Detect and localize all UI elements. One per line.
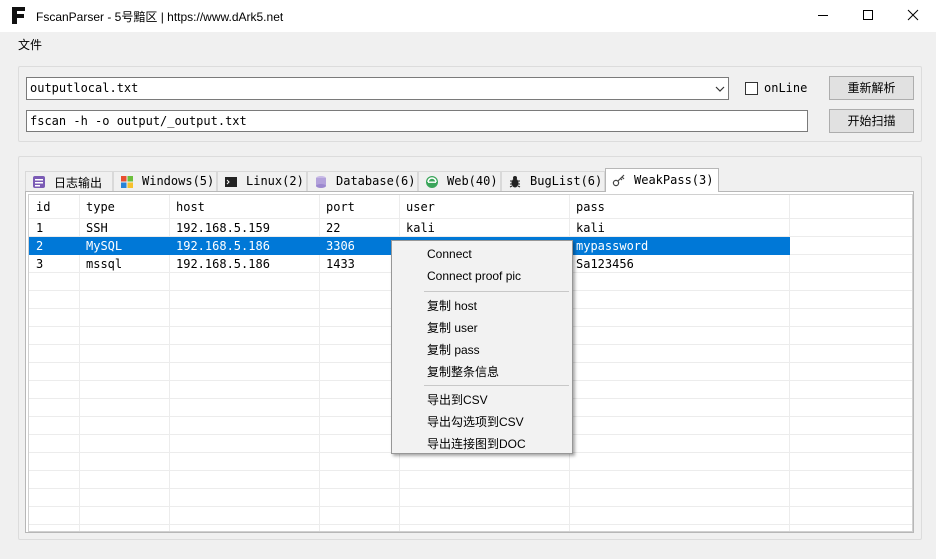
tab-label: 日志输出 <box>54 176 103 190</box>
reparse-button[interactable]: 重新解析 <box>829 76 914 100</box>
context-menu-gutter <box>392 241 416 453</box>
menu-item-copy-pass[interactable]: 复制 pass <box>427 341 480 358</box>
tab-weakpass[interactable]: WeakPass(3) <box>605 168 719 192</box>
cell-pass: mypassword <box>576 239 649 253</box>
minimize-button[interactable] <box>800 0 846 30</box>
grid-line <box>29 524 912 525</box>
cell-host: 192.168.5.186 <box>176 239 270 253</box>
menu-item-connect[interactable]: Connect <box>427 247 472 261</box>
menu-item-copy-all[interactable]: 复制整条信息 <box>427 363 499 380</box>
menu-item-connect-proof-pic[interactable]: Connect proof pic <box>427 269 521 283</box>
menu-item-copy-host[interactable]: 复制 host <box>427 297 477 314</box>
minimize-icon <box>818 15 828 16</box>
cell-type: SSH <box>86 221 108 235</box>
menu-separator <box>424 385 569 386</box>
tab-label: WeakPass(3) <box>634 173 714 187</box>
file-combobox-value: outputlocal.txt <box>30 81 139 95</box>
terminal-icon <box>225 177 237 187</box>
online-checkbox[interactable] <box>745 82 758 95</box>
online-label: onLine <box>764 81 808 95</box>
menu-item-export-doc[interactable]: 导出连接图到DOC <box>427 435 526 452</box>
maximize-button[interactable] <box>845 0 891 30</box>
tab-label: Database(6) <box>336 174 416 188</box>
windows-icon <box>121 176 133 188</box>
cell-port: 3306 <box>326 239 355 253</box>
cell-id: 3 <box>36 257 44 271</box>
close-icon <box>907 9 919 21</box>
cell-pass: kali <box>576 221 605 235</box>
window-title: FscanParser - 5号黯区 | https://www.dArk5.n… <box>36 10 284 24</box>
cell-user: kali <box>406 221 435 235</box>
column-header-id[interactable]: id <box>36 200 50 214</box>
file-combobox[interactable]: outputlocal.txt <box>26 77 729 100</box>
key-icon <box>612 174 625 187</box>
column-header-user[interactable]: user <box>406 200 435 214</box>
tab-windows[interactable]: Windows(5) <box>113 171 217 191</box>
cell-type: MySQL <box>86 239 123 253</box>
menu-item-copy-user[interactable]: 复制 user <box>427 319 478 336</box>
menu-file[interactable]: 文件 <box>18 36 42 53</box>
cell-id: 2 <box>36 239 44 253</box>
command-input[interactable] <box>26 110 808 132</box>
tab-label: BugList(6) <box>530 174 603 188</box>
maximize-icon <box>863 10 873 20</box>
menu-separator <box>424 291 569 292</box>
column-header-pass[interactable]: pass <box>576 200 605 214</box>
log-icon <box>33 176 45 188</box>
cell-pass: Sa123456 <box>576 257 634 271</box>
tab-database[interactable]: Database(6) <box>307 171 418 191</box>
menu-bar: 文件 <box>0 32 936 56</box>
tab-web[interactable]: Web(40) <box>418 171 501 191</box>
start-scan-button[interactable]: 开始扫描 <box>829 109 914 133</box>
tab-label: Windows(5) <box>142 174 215 188</box>
column-header-type[interactable]: type <box>86 200 115 214</box>
cell-id: 1 <box>36 221 44 235</box>
bug-icon <box>509 176 521 188</box>
cell-host: 192.168.5.159 <box>176 221 270 235</box>
grid-line <box>29 470 912 471</box>
column-header-host[interactable]: host <box>176 200 205 214</box>
cell-port: 22 <box>326 221 341 235</box>
grid-line <box>29 488 912 489</box>
table-row[interactable]: 1 SSH 192.168.5.159 22 kali kali <box>29 219 790 237</box>
cell-host: 192.168.5.186 <box>176 257 270 271</box>
tab-log[interactable]: 日志输出 <box>25 171 113 191</box>
database-icon <box>316 176 326 188</box>
cell-port: 1433 <box>326 257 355 271</box>
tab-linux[interactable]: Linux(2) <box>217 171 307 191</box>
tab-buglist[interactable]: BugList(6) <box>501 171 605 191</box>
cell-type: mssql <box>86 257 123 271</box>
tab-label: Linux(2) <box>246 174 304 188</box>
web-icon <box>426 176 438 188</box>
grid-line <box>29 506 912 507</box>
close-button[interactable] <box>890 0 936 30</box>
title-bar: FscanParser - 5号黯区 | https://www.dArk5.n… <box>0 0 936 32</box>
chevron-down-icon[interactable] <box>715 84 725 94</box>
menu-item-export-csv[interactable]: 导出到CSV <box>427 391 488 408</box>
column-header-port[interactable]: port <box>326 200 355 214</box>
app-logo-icon <box>12 7 25 24</box>
menu-item-export-checked-csv[interactable]: 导出勾选项到CSV <box>427 413 524 430</box>
tab-label: Web(40) <box>447 174 498 188</box>
context-menu: Connect Connect proof pic 复制 host 复制 use… <box>391 240 573 454</box>
